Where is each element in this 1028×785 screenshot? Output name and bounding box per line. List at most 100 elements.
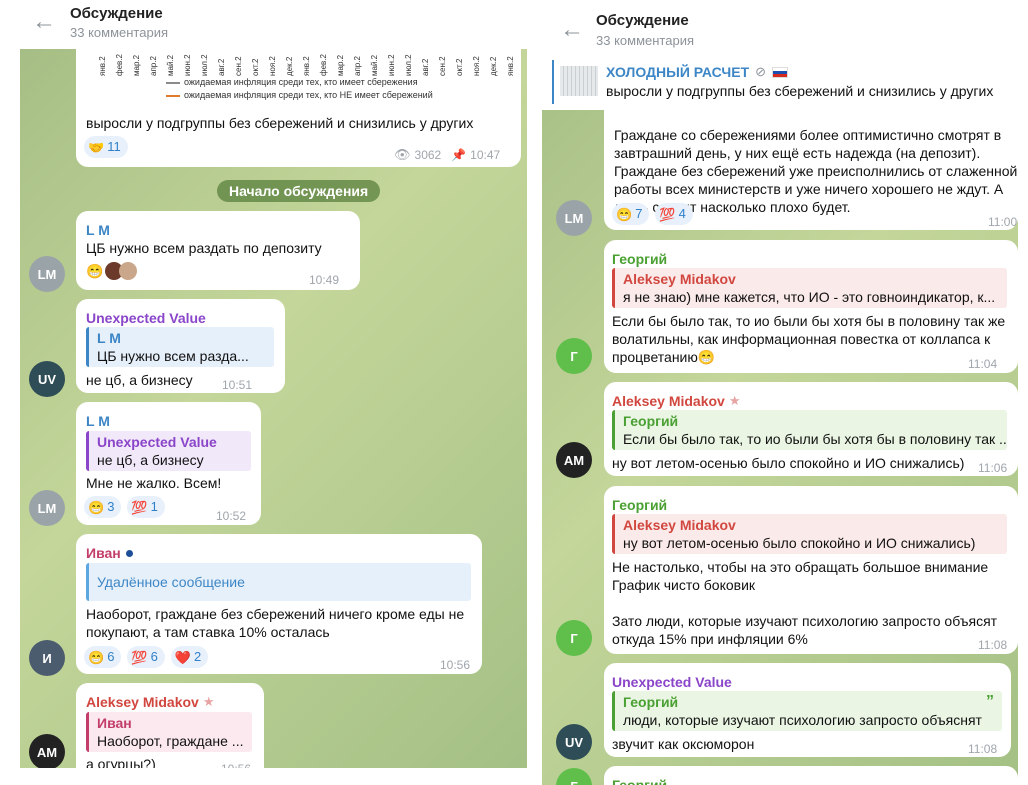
pinned-channel-row: ХОЛОДНЫЙ РАСЧЕТ ⊘	[606, 64, 789, 80]
message-text: а огурцы?)	[86, 756, 156, 768]
message-time: 11:06	[978, 461, 1008, 475]
reaction-count: 1	[150, 499, 158, 514]
views-count: 3062	[414, 148, 442, 162]
left-chat-panel: ← Обсуждение 33 комментария янв.2 фев.2 ма…	[20, 0, 527, 768]
reply-quote[interactable]: Aleksey Midakov я не знаю) мне кажется, …	[612, 268, 1007, 308]
chart-tick-label: дек.2	[489, 56, 498, 76]
message-bubble: Иван Удалённое сообщение Наоборот, гражд…	[76, 534, 482, 674]
message-bubble: Георгий Aleksey Midakov я не знаю) мне к…	[604, 240, 1018, 373]
reply-quote[interactable]: Георгий люди, которые изучают психологию…	[612, 691, 1002, 731]
reply-quote[interactable]: Иван Наоборот, граждане ...	[86, 712, 252, 752]
sender-name[interactable]: Георгий	[612, 496, 667, 514]
reaction-count: 2	[194, 649, 202, 664]
chart-tick-label: май.2	[370, 54, 379, 76]
hundred-emoji-icon: 💯	[659, 206, 676, 222]
sender-name[interactable]: Иван	[86, 544, 121, 562]
reply-quote[interactable]: Unexpected Value не цб, а бизнесу	[86, 431, 251, 471]
header-title: Обсуждение	[596, 12, 689, 29]
reaction-chip[interactable]: 💯 1	[127, 496, 165, 518]
deleted-message-label: Удалённое сообщение	[97, 574, 245, 590]
reaction-chip[interactable]: 😁 7	[612, 203, 650, 225]
reaction-chip[interactable]: 🤝 11	[84, 136, 128, 158]
star-icon: ★	[728, 393, 741, 408]
sender-name[interactable]: Георгий	[612, 776, 667, 785]
chart-tick-labels: янв.2 фев.2 мар.2 апр.2 май.2 июн.2 июл.2 авг.2…	[94, 48, 515, 77]
avatar-georgiy[interactable]: Г	[556, 620, 592, 656]
message-text-line: Если бы было так, то ио были бы хотя бы …	[612, 313, 1006, 329]
quote-text: не цб, а бизнесу	[97, 452, 204, 468]
chart-tick-label: ноя.2	[472, 56, 481, 76]
message-text-line: покупают, а там ставка 10% осталась	[86, 624, 330, 640]
quote-author: Георгий	[623, 694, 679, 710]
message-text-line: волатильны, как информационная повестка …	[612, 331, 991, 347]
avatar-ivan[interactable]: И	[29, 640, 65, 676]
reaction-count: 11	[107, 139, 121, 154]
sender-name[interactable]: L M	[86, 221, 110, 239]
message-text-line: Граждане со сбережениями более оптимисти…	[614, 127, 1002, 143]
message-text: Мне не жалко. Всем!	[86, 475, 222, 491]
chart-tick-label: июн.2	[183, 54, 192, 76]
avatar-unexpected-value[interactable]: UV	[29, 361, 65, 397]
avatar-aleksey[interactable]: AM	[556, 442, 592, 478]
sender-name[interactable]: Unexpected Value	[612, 673, 732, 691]
back-arrow-icon[interactable]: ←	[560, 18, 584, 42]
message-bubble: Граждане со сбережениями более оптимисти…	[604, 100, 1018, 230]
message-bubble: Unexpected Value Георгий люди, которые и…	[604, 663, 1011, 757]
message-reactions: 😁 7 💯 4	[612, 203, 693, 225]
verified-icon: ⊘	[755, 64, 767, 79]
sender-name[interactable]: Георгий	[612, 250, 667, 268]
quote-text: Наоборот, граждане ...	[97, 733, 244, 749]
reaction-chip[interactable]: 😁 6	[84, 646, 122, 668]
header-subtitle: 33 комментария	[70, 25, 168, 40]
sender-name[interactable]: Aleksey Midakov	[86, 693, 199, 711]
message-time: 10:56	[440, 658, 471, 672]
reactor-avatar	[119, 262, 138, 280]
message-time: 11:04	[968, 357, 998, 371]
message-text: ЦБ нужно всем раздать по депозиту	[86, 240, 322, 256]
message-time: 10:52	[216, 509, 247, 523]
reaction-chip[interactable]: ❤️ 2	[170, 646, 209, 668]
avatar-georgiy[interactable]: Г	[556, 768, 592, 785]
message-text-line: Граждане без сбережений уже преисполнили…	[614, 163, 1018, 179]
quote-text: люди, которые изучают психологию запрост…	[623, 712, 982, 728]
message-bubble: Aleksey Midakov ★ Георгий Если бы было т…	[604, 382, 1018, 476]
reaction-chip[interactable]: 😁 3	[84, 496, 122, 518]
hundred-emoji-icon: 💯	[131, 499, 148, 515]
avatar-aleksey[interactable]: AM	[29, 734, 65, 768]
message-text-line: График чисто боковик	[612, 577, 756, 593]
avatar-unexpected-value[interactable]: UV	[556, 724, 592, 760]
chart-tick-label: янв.2	[506, 56, 515, 76]
reply-quote[interactable]: Георгий Если бы было так, то ио были бы …	[612, 410, 1007, 450]
sender-name[interactable]: Aleksey Midakov	[612, 392, 725, 410]
avatar-lm[interactable]: LM	[29, 256, 65, 292]
grinning-emoji-icon: 😁	[86, 263, 104, 279]
message-text-line: завтрашний день, у них ещё есть надежда …	[614, 145, 981, 161]
reply-quote[interactable]: L M ЦБ нужно всем разда...	[86, 327, 274, 367]
message-bubble: Unexpected Value L M ЦБ нужно всем разда…	[76, 299, 285, 393]
quote-marks-icon: ”	[986, 693, 994, 710]
avatar-lm[interactable]: LM	[556, 200, 592, 236]
deleted-reply-quote[interactable]: Удалённое сообщение	[86, 563, 471, 601]
quote-author: Иван	[97, 715, 132, 731]
reaction-avatars[interactable]: 😁	[86, 262, 138, 280]
message-text: звучит как оксюморон	[612, 736, 755, 752]
reply-quote[interactable]: Aleksey Midakov ну вот летом-осенью было…	[612, 514, 1007, 554]
back-arrow-icon[interactable]: ←	[32, 10, 56, 34]
left-header: ← Обсуждение 33 комментария	[20, 0, 527, 49]
reaction-count: 7	[635, 206, 643, 221]
chart-tick-label: окт.2	[251, 58, 260, 77]
chart-tick-label: янв.2	[302, 56, 311, 76]
quote-text: я не знаю) мне кажется, что ИО - это гов…	[623, 289, 996, 305]
reaction-chip[interactable]: 💯 6	[127, 646, 165, 668]
sender-name[interactable]: Unexpected Value	[86, 309, 206, 327]
reaction-chip[interactable]: 💯 4	[655, 203, 693, 225]
sender-name[interactable]: L M	[86, 412, 110, 430]
pinned-post[interactable]: ХОЛОДНЫЙ РАСЧЕТ ⊘ выросли у подгруппы бе…	[552, 60, 1012, 104]
message-bubble: Георгий	[604, 766, 1018, 785]
reaction-count: 6	[107, 649, 115, 664]
avatar-lm[interactable]: LM	[29, 490, 65, 526]
avatar-georgiy[interactable]: Г	[556, 338, 592, 374]
message-text: не цб, а бизнесу	[86, 372, 193, 388]
reaction-count: 4	[678, 206, 686, 221]
legend-item: ожидаемая инфляция среди тех, кто имеет …	[184, 77, 418, 87]
